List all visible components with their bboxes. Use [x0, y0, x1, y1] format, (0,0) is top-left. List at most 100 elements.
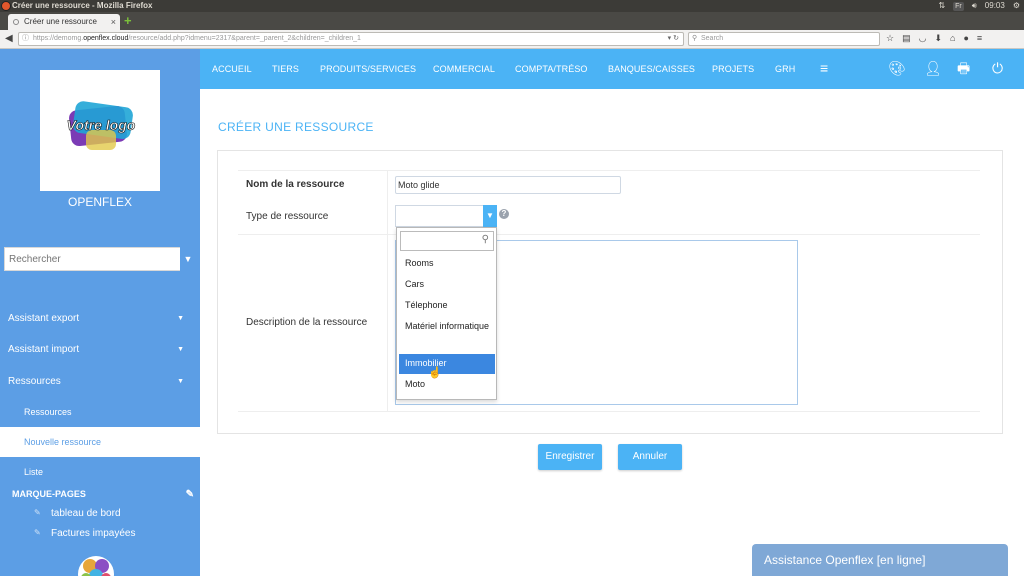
search-placeholder: Search	[701, 35, 724, 42]
sidebar-item-label: Ressources	[8, 376, 61, 387]
sidebar-item-ressources[interactable]: Ressources ▼	[0, 367, 200, 397]
chat-icon[interactable]: ●	[963, 33, 968, 44]
sidebar-search-input[interactable]	[5, 248, 181, 270]
browser-nav-bar: ◀ ⓘ https://demomg.openflex.cloud/resour…	[0, 30, 1024, 49]
option-telephone[interactable]: Télephone	[399, 298, 495, 313]
system-tray: ⇅ Fr 🔊︎ 09:03 ⚙	[938, 0, 1020, 12]
help-icon[interactable]: ?	[499, 209, 509, 219]
new-tab-plus-icon[interactable]: +	[124, 14, 132, 28]
search-icon: ⚲	[692, 35, 698, 42]
sidebar-item-label: Assistant import	[8, 344, 80, 355]
bookmark-tableau-de-bord[interactable]: ✎ tableau de bord	[34, 508, 121, 519]
browser-tab-bar: Créer une ressource × +	[0, 12, 1024, 30]
sidebar-subitem-ressources[interactable]: Ressources	[0, 397, 200, 427]
divider	[387, 170, 388, 411]
bookmark-icon: ✎	[34, 508, 41, 517]
menu-icon[interactable]: ≡	[977, 33, 982, 44]
type-label: Type de ressource	[246, 211, 329, 222]
printer-icon[interactable]: 🖶	[957, 58, 970, 78]
search-icon: ⚲	[481, 234, 489, 245]
option-moto[interactable]: Moto	[399, 377, 495, 392]
nav-tiers[interactable]: TIERS	[272, 49, 299, 89]
caret-down-icon: ▼	[177, 346, 184, 353]
divider	[238, 170, 980, 171]
sidebar-item-assistant-export[interactable]: Assistant export ▼	[0, 304, 200, 334]
company-name: OPENFLEX	[67, 195, 133, 209]
bookmark-icon: ✎	[34, 528, 41, 537]
assistance-chat-tab[interactable]: Assistance Openflex [en ligne]	[752, 544, 1008, 576]
logo-card[interactable]: Votre logo	[40, 70, 160, 191]
option-materiel-informatique[interactable]: Matériel informatique	[399, 319, 495, 334]
save-button[interactable]: Enregistrer	[538, 444, 602, 470]
hand-cursor-icon: ☝	[428, 367, 442, 379]
sidebar-subitem-liste[interactable]: Liste	[0, 457, 200, 487]
pocket-icon[interactable]: ◡	[919, 33, 927, 44]
nav-accueil[interactable]: ACCUEIL	[212, 49, 252, 89]
caret-down-icon: ▼	[177, 378, 184, 385]
url-bar[interactable]: ⓘ https://demomg.openflex.cloud/resource…	[18, 32, 684, 46]
nav-produits-services[interactable]: PRODUITS/SERVICES	[320, 49, 416, 89]
name-label: Nom de la ressource	[246, 179, 345, 190]
tab-label: Créer une ressource	[24, 17, 97, 26]
option-cars[interactable]: Cars	[399, 277, 495, 292]
bookmark-star-icon[interactable]: ☆	[886, 33, 894, 44]
nav-projets[interactable]: PROJETS	[712, 49, 754, 89]
bookmarks-title: MARQUE-PAGES	[12, 489, 86, 499]
bookmarks-header: MARQUE-PAGES ✎	[12, 489, 196, 500]
reading-list-icon[interactable]: ▤	[902, 33, 911, 44]
nav-compta-treso[interactable]: COMPTA/TRÉSO	[515, 49, 588, 89]
bookmark-label: Factures impayées	[51, 528, 136, 539]
firefox-icon	[1, 1, 11, 11]
sidebar-item-label: Assistant export	[8, 313, 80, 324]
info-icon[interactable]: ⓘ	[22, 33, 29, 45]
company-logo-image: Votre logo	[66, 101, 136, 150]
browser-search-field[interactable]: ⚲ Search	[688, 32, 880, 46]
edit-bookmarks-icon[interactable]: ✎	[186, 489, 194, 500]
keyboard-layout-indicator[interactable]: Fr	[953, 1, 964, 11]
network-icon[interactable]: ⇅	[938, 0, 945, 12]
top-navigation: ACCUEIL TIERS PRODUITS/SERVICES COMMERCI…	[200, 49, 1024, 89]
option-immobilier[interactable]: Immobilier	[399, 354, 495, 374]
hamburger-menu-icon[interactable]: ≡	[820, 58, 828, 78]
type-dropdown-list: ⚲ Rooms Cars Télephone Matériel informat…	[396, 227, 497, 400]
sidebar-item-assistant-import[interactable]: Assistant import ▼	[0, 335, 200, 365]
cancel-button[interactable]: Annuler	[618, 444, 682, 470]
page-title: CRÉER UNE RESSOURCE	[218, 120, 374, 134]
browser-toolbar: ☆ ▤ ◡ ⬇ ⌂ ● ≡	[886, 33, 982, 44]
sidebar-subitem-nouvelle-ressource[interactable]: Nouvelle ressource	[0, 427, 200, 457]
sidebar-search[interactable]: ▼	[4, 247, 196, 271]
os-title-bar: Créer une ressource - Mozilla Firefox ⇅ …	[0, 0, 1024, 12]
chevron-down-icon[interactable]: ▼	[483, 205, 497, 227]
window-title: Créer une ressource - Mozilla Firefox	[12, 1, 153, 10]
divider	[238, 234, 980, 235]
nav-commercial[interactable]: COMMERCIAL	[433, 49, 495, 89]
resource-type-select[interactable]: ▼	[395, 205, 497, 227]
tab-favicon-icon	[13, 19, 19, 25]
divider	[238, 411, 980, 412]
home-icon[interactable]: ⌂	[950, 33, 955, 44]
dropdown-search-input[interactable]: ⚲	[400, 231, 494, 251]
sidebar: Votre logo OPENFLEX ▼ Assistant export ▼…	[0, 49, 200, 576]
user-icon[interactable]: 👤︎	[924, 58, 942, 78]
chevron-down-icon[interactable]: ▼	[180, 247, 196, 271]
caret-down-icon: ▼	[177, 315, 184, 322]
power-icon[interactable]: ⏻	[992, 58, 1003, 78]
back-arrow-icon[interactable]: ◀	[5, 33, 13, 44]
bookmark-factures-impayees[interactable]: ✎ Factures impayées	[34, 528, 135, 539]
settings-gear-icon[interactable]: ⚙	[1013, 0, 1020, 12]
description-label: Description de la ressource	[246, 317, 368, 328]
resource-name-input[interactable]	[395, 176, 621, 194]
clock[interactable]: 09:03	[985, 0, 1005, 12]
bookmark-label: tableau de bord	[51, 508, 121, 519]
palette-icon[interactable]: 🎨︎	[888, 58, 906, 78]
download-icon[interactable]: ⬇	[934, 33, 942, 44]
volume-icon[interactable]: 🔊︎	[972, 0, 977, 12]
reload-icon[interactable]: ▾ ↻	[668, 33, 679, 45]
option-rooms[interactable]: Rooms	[399, 256, 495, 271]
nav-banques-caisses[interactable]: BANQUES/CAISSES	[608, 49, 695, 89]
openflex-brand-logo	[70, 552, 122, 576]
url-path: /resource/add.php?idmenu=2317&parent=_pa…	[128, 35, 361, 42]
tab-close-icon[interactable]: ×	[111, 14, 116, 30]
browser-tab[interactable]: Créer une ressource ×	[8, 14, 120, 30]
nav-grh[interactable]: GRH	[775, 49, 795, 89]
